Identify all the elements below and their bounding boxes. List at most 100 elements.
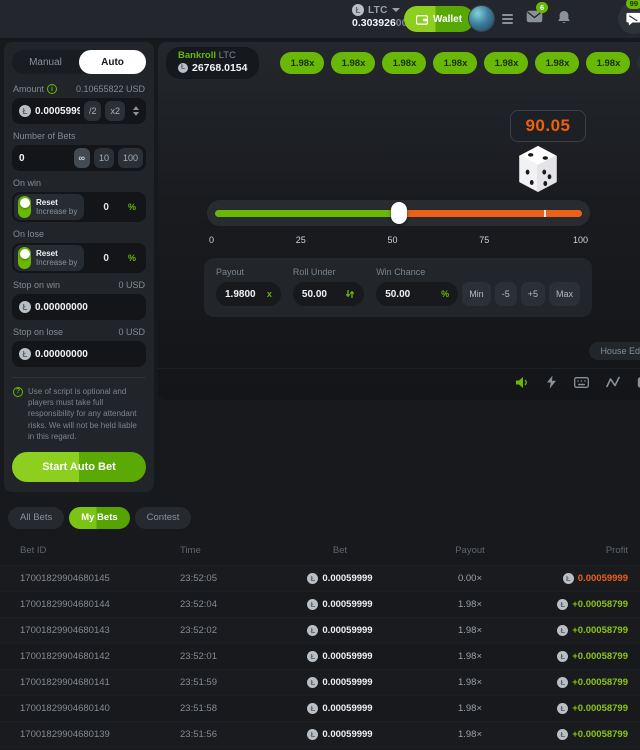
stop-on-win-input[interactable] — [35, 302, 143, 313]
swap-direction-icon[interactable] — [345, 289, 355, 299]
bet-amount: Ł0.00059999 — [307, 573, 372, 584]
bet-profit: Ł+0.00058799 — [557, 677, 628, 688]
history-multiplier-pill[interactable]: 1.98x — [535, 52, 579, 74]
on-lose-row: ResetIncrease by 0 % — [12, 243, 146, 273]
bets-count-option-10[interactable]: 10 — [94, 148, 114, 168]
bet-payout: 1.98× — [458, 677, 482, 688]
bet-amount: Ł0.00059999 — [307, 651, 372, 662]
roll-result: 90.05 — [510, 110, 586, 142]
mail-button[interactable]: 6 — [526, 10, 543, 28]
slider-knob[interactable] — [391, 202, 407, 224]
on-lose-value[interactable]: 0 — [84, 253, 128, 264]
bet-amount: Ł0.00059999 — [307, 599, 372, 610]
hotkeys-button[interactable] — [574, 377, 589, 388]
wallet-icon — [416, 14, 428, 25]
ltc-coin-icon: Ł — [557, 703, 568, 714]
chevron-down-icon — [392, 8, 400, 12]
history-multiplier-pill[interactable]: 1.98x — [280, 52, 324, 74]
history-multiplier-pill[interactable]: 1.98x — [331, 52, 375, 74]
wallet-label: Wallet — [433, 14, 462, 25]
bankroll-display[interactable]: Bankroll LTC Ł26768.0154 — [166, 47, 259, 79]
bell-icon — [557, 10, 571, 25]
bet-row[interactable]: 1700182990468014223:52:01Ł0.000599991.98… — [0, 643, 640, 669]
notifications-button[interactable] — [557, 10, 571, 30]
bet-id: 17001829904680141 — [20, 677, 180, 688]
roll-slider[interactable] — [207, 200, 590, 226]
bets-count-option-100[interactable]: 100 — [118, 148, 143, 168]
bet-time: 23:51:58 — [180, 703, 270, 714]
dice-controls: Payout x Roll Under Win Chance % — [204, 258, 592, 317]
payout-suffix: x — [267, 289, 272, 299]
chat-bubble-icon — [626, 12, 640, 26]
divider — [12, 377, 146, 378]
bet-profit: Ł0.00059999 — [563, 573, 628, 584]
bet-time: 23:52:05 — [180, 573, 270, 584]
bet-row[interactable]: 1700182990468013923:51:56Ł0.000599991.98… — [0, 721, 640, 747]
bet-row[interactable]: 1700182990468014523:52:05Ł0.000599990.00… — [0, 565, 640, 591]
bet-amount: Ł0.00059999 — [307, 677, 372, 688]
stop-on-lose-input[interactable] — [35, 349, 143, 360]
half-amount-button[interactable]: /2 — [84, 101, 102, 121]
wallet-button[interactable]: Wallet — [404, 6, 474, 32]
currency-selector[interactable]: Ł LTC 0.30392600 — [352, 4, 407, 29]
sound-button[interactable] — [515, 376, 529, 389]
history-multiplier-pill[interactable]: 1.98x — [586, 52, 630, 74]
bet-amount: Ł0.00059999 — [307, 625, 372, 636]
bet-profit: Ł+0.00058799 — [557, 599, 628, 610]
history-multiplier-pill[interactable]: 1.98x — [382, 52, 426, 74]
tab-manual[interactable]: Manual — [12, 50, 79, 74]
history-multiplier-pill[interactable]: 1.98x — [433, 52, 477, 74]
tab-auto[interactable]: Auto — [79, 50, 146, 74]
bet-profit: Ł+0.00058799 — [557, 703, 628, 714]
keyboard-icon — [574, 377, 589, 388]
bet-time: 23:51:56 — [180, 729, 270, 740]
bet-payout: 1.98× — [458, 625, 482, 636]
bet-row[interactable]: 1700182990468014123:51:59Ł0.000599991.98… — [0, 669, 640, 695]
bet-profit: Ł+0.00058799 — [557, 729, 628, 740]
bet-payout: 0.00× — [458, 573, 482, 584]
ltc-coin-icon: Ł — [557, 651, 568, 662]
avatar[interactable] — [468, 5, 495, 32]
bets-tab-all-bets[interactable]: All Bets — [8, 507, 64, 529]
win-chance-input[interactable] — [385, 289, 437, 300]
win-chance-max-button[interactable]: Max — [549, 282, 580, 306]
amount-info-icon[interactable]: i — [47, 84, 57, 94]
number-of-bets-input[interactable] — [19, 153, 70, 164]
ltc-coin-icon: Ł — [178, 63, 188, 73]
bets-count-option-infinite[interactable]: ∞ — [74, 148, 90, 168]
dice-game-panel: Bankroll LTC Ł26768.0154 1.98x1.98x1.98x… — [158, 42, 640, 400]
stats-button[interactable] — [606, 376, 620, 388]
bets-tab-contest[interactable]: Contest — [135, 507, 192, 529]
double-amount-button[interactable]: x2 — [105, 101, 125, 121]
dice-icon — [516, 146, 560, 199]
amount-stepper[interactable] — [129, 106, 143, 116]
bets-table-body: 1700182990468014523:52:05Ł0.000599990.00… — [0, 565, 640, 750]
start-auto-bet-button[interactable]: Start Auto Bet — [12, 452, 146, 482]
profile-menu-icon[interactable] — [502, 14, 513, 24]
win-chance--5-button[interactable]: -5 — [495, 282, 517, 306]
turbo-button[interactable] — [546, 375, 557, 389]
column-header-payout: Payout — [455, 545, 485, 556]
bet-row[interactable]: 1700182990468014423:52:04Ł0.000599991.98… — [0, 591, 640, 617]
on-win-unit: % — [128, 202, 144, 212]
on-lose-toggle[interactable]: ResetIncrease by — [14, 245, 84, 271]
roll-under-input[interactable] — [302, 289, 341, 300]
roll-under-label: Roll Under — [293, 267, 364, 277]
on-win-toggle[interactable]: ResetIncrease by — [14, 194, 84, 220]
bets-tab-my-bets[interactable]: My Bets — [69, 507, 129, 529]
win-chance-+5-button[interactable]: +5 — [521, 282, 545, 306]
history-multiplier-pill[interactable]: 1.98x — [484, 52, 528, 74]
house-edge-badge: House Edge 1% — [589, 342, 640, 360]
bet-row[interactable]: 1700182990468014323:52:02Ł0.000599991.98… — [0, 617, 640, 643]
results-history: 1.98x1.98x1.98x1.98x1.98x1.98x1.98x0.00x — [280, 52, 640, 74]
amount-usd-value: 0.10655822 USD — [76, 84, 145, 94]
scale-label: 0 — [209, 235, 221, 245]
ltc-coin-icon: Ł — [19, 105, 31, 117]
amount-input[interactable] — [35, 106, 80, 117]
bankroll-value: 26768.0154 — [192, 62, 247, 75]
payout-input[interactable] — [225, 289, 263, 300]
bet-payout: 1.98× — [458, 703, 482, 714]
bet-row[interactable]: 1700182990468014023:51:58Ł0.000599991.98… — [0, 695, 640, 721]
win-chance-min-button[interactable]: Min — [462, 282, 491, 306]
on-win-value[interactable]: 0 — [84, 202, 128, 213]
